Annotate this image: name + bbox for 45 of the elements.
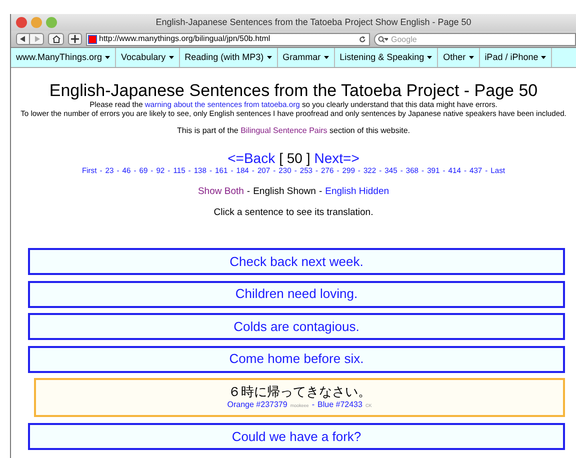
menu-item[interactable]: Vocabulary xyxy=(116,48,180,67)
add-bookmark-icon[interactable] xyxy=(68,33,82,45)
sentence-button[interactable]: Could we have a fork? xyxy=(28,423,565,450)
japanese-sentence: ６時に帰ってきなさい。 xyxy=(228,384,371,400)
source-link[interactable]: Blue #72433 xyxy=(318,400,362,410)
caret-icon xyxy=(541,56,546,59)
instruction-text: Click a sentence to see its translation. xyxy=(214,207,374,218)
view-link[interactable]: Show Both xyxy=(198,186,244,197)
caret-icon xyxy=(105,56,110,59)
menu-item[interactable]: Reading (with MP3) xyxy=(180,48,278,67)
close-icon[interactable] xyxy=(16,17,27,28)
menu-item[interactable]: www.ManyThings.org xyxy=(11,48,116,67)
home-icon[interactable] xyxy=(48,33,64,45)
page-heading: English-Japanese Sentences from the Tatoeba Project - Page 50 xyxy=(49,82,538,100)
caret-icon xyxy=(168,56,174,59)
inline-link[interactable]: Bilingual Sentence Pairs xyxy=(240,126,328,135)
sentence-button[interactable]: Come home before six. xyxy=(28,346,565,372)
menu-item[interactable]: Listening & Speaking xyxy=(334,48,438,67)
site-icon xyxy=(88,34,97,44)
back-link[interactable]: <=Back xyxy=(228,151,276,166)
next-link[interactable]: Next=> xyxy=(314,151,360,166)
reload-icon[interactable] xyxy=(359,36,366,42)
sentence-button[interactable]: Children need loving. xyxy=(28,280,565,308)
search-icon xyxy=(378,36,388,42)
address-field[interactable]: http://www.manythings.org/bilingual/jpn/50b.html xyxy=(86,32,370,46)
current-page: [ 50 ] xyxy=(279,151,310,166)
caret-icon xyxy=(427,56,432,59)
sentence-button[interactable]: Colds are contagious. xyxy=(28,313,565,340)
source-link[interactable]: Orange #237379 xyxy=(227,400,288,410)
sentence-button[interactable]: Check back next week. xyxy=(28,248,565,275)
caret-icon xyxy=(266,56,272,59)
menu-item[interactable]: Grammar xyxy=(278,48,335,67)
caret-icon xyxy=(468,56,474,59)
back-icon[interactable] xyxy=(16,33,30,45)
current-view: English Shown xyxy=(253,186,316,197)
view-link[interactable]: English Hidden xyxy=(325,186,390,197)
menu-item[interactable]: iPad / iPhone xyxy=(480,48,552,67)
search-field[interactable]: Google xyxy=(374,32,576,46)
separator: - xyxy=(246,186,250,197)
window-title: English-Japanese Sentences from the Tatoeba Project Show English - Page 50 xyxy=(154,16,472,29)
caret-icon xyxy=(324,56,329,59)
separator: - xyxy=(318,186,322,197)
separator: - xyxy=(312,400,315,410)
menu-item[interactable]: Other xyxy=(438,48,480,67)
section-note: This is part of the Bilingual Sentence Pairs section of this website. xyxy=(176,126,410,136)
